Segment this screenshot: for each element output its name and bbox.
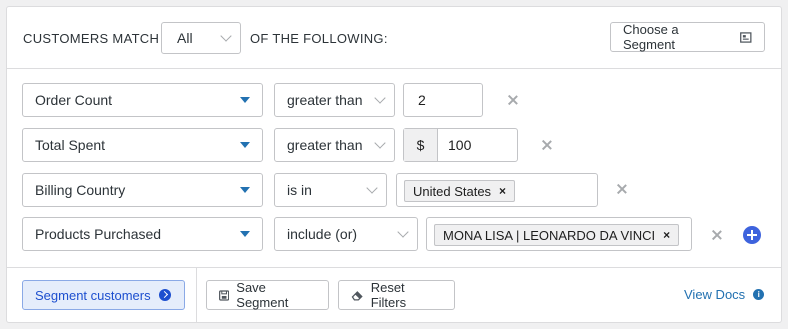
reset-filters-label: Reset Filters bbox=[370, 280, 407, 310]
match-mode-value: All bbox=[177, 30, 193, 46]
operator-select[interactable]: greater than bbox=[274, 128, 395, 162]
footer-divider bbox=[196, 268, 197, 322]
choose-segment-label: Choose a Segment bbox=[623, 22, 679, 52]
remove-row-icon[interactable] bbox=[711, 229, 723, 241]
product-tag: MONA LISA | LEONARDO DA VINCI × bbox=[434, 224, 680, 246]
product-tag-label: MONA LISA | LEONARDO DA VINCI bbox=[443, 227, 656, 243]
save-segment-button[interactable]: Save Segment bbox=[206, 280, 329, 310]
match-mode-select[interactable]: All bbox=[161, 22, 241, 54]
segment-customers-label: Segment customers bbox=[35, 287, 151, 303]
remove-row-icon[interactable] bbox=[507, 94, 519, 106]
operator-select[interactable]: is in bbox=[274, 173, 387, 207]
filter-footer: Segment customers Save Segment Reset Fil… bbox=[7, 267, 781, 322]
reset-filters-button[interactable]: Reset Filters bbox=[338, 280, 455, 310]
segment-icon bbox=[740, 31, 752, 43]
currency-prefix: $ bbox=[404, 129, 438, 161]
field-select-value: Total Spent bbox=[35, 137, 106, 153]
value-input[interactable]: 2 bbox=[403, 83, 483, 117]
country-tag: United States × bbox=[404, 180, 516, 202]
country-multiselect[interactable]: United States × bbox=[396, 173, 598, 207]
remove-tag-icon[interactable]: × bbox=[499, 184, 506, 198]
field-select[interactable]: Total Spent bbox=[22, 128, 263, 162]
operator-select-value: is in bbox=[287, 182, 312, 198]
remove-row-icon[interactable] bbox=[616, 183, 628, 195]
operator-select-value: include (or) bbox=[287, 226, 358, 242]
of-the-following-label: OF THE FOLLOWING: bbox=[250, 31, 388, 46]
filter-header: CUSTOMERS MATCH All OF THE FOLLOWING: Ch… bbox=[7, 7, 781, 69]
eraser-icon bbox=[351, 290, 363, 301]
chevron-down-icon bbox=[220, 30, 232, 42]
save-icon bbox=[219, 289, 230, 301]
choose-segment-button[interactable]: Choose a Segment bbox=[610, 22, 765, 52]
view-docs-label: View Docs bbox=[684, 287, 746, 302]
caret-down-icon bbox=[240, 97, 250, 103]
segment-filter-panel: CUSTOMERS MATCH All OF THE FOLLOWING: Ch… bbox=[6, 6, 782, 323]
arrow-right-circle-icon bbox=[158, 289, 171, 301]
remove-row-icon[interactable] bbox=[541, 139, 553, 151]
chevron-down-icon bbox=[374, 137, 386, 149]
operator-select-value: greater than bbox=[287, 92, 363, 108]
field-select-value: Billing Country bbox=[35, 182, 126, 198]
view-docs-link[interactable]: View Docs i bbox=[684, 287, 765, 302]
operator-select[interactable]: include (or) bbox=[274, 217, 418, 251]
chevron-down-icon bbox=[374, 92, 386, 104]
remove-tag-icon[interactable]: × bbox=[663, 228, 670, 242]
chevron-down-icon bbox=[397, 226, 409, 238]
segment-customers-button[interactable]: Segment customers bbox=[22, 280, 185, 310]
value-input-text: 2 bbox=[418, 92, 426, 108]
amount-input[interactable]: $ 100 bbox=[403, 128, 518, 162]
operator-select[interactable]: greater than bbox=[274, 83, 395, 117]
field-select[interactable]: Products Purchased bbox=[22, 217, 263, 251]
add-filter-icon[interactable] bbox=[743, 226, 761, 244]
products-multiselect[interactable]: MONA LISA | LEONARDO DA VINCI × bbox=[426, 217, 692, 251]
value-input-text: 100 bbox=[448, 137, 472, 153]
country-tag-label: United States bbox=[413, 183, 492, 199]
field-select-value: Order Count bbox=[35, 92, 113, 108]
save-segment-label: Save Segment bbox=[236, 280, 289, 310]
field-select[interactable]: Billing Country bbox=[22, 173, 263, 207]
caret-down-icon bbox=[240, 187, 250, 193]
caret-down-icon bbox=[240, 231, 250, 237]
info-icon: i bbox=[753, 289, 765, 300]
operator-select-value: greater than bbox=[287, 137, 363, 153]
field-select-value: Products Purchased bbox=[35, 226, 162, 242]
field-select[interactable]: Order Count bbox=[22, 83, 263, 117]
caret-down-icon bbox=[240, 142, 250, 148]
chevron-down-icon bbox=[366, 182, 378, 194]
customers-match-label: CUSTOMERS MATCH bbox=[23, 31, 160, 46]
